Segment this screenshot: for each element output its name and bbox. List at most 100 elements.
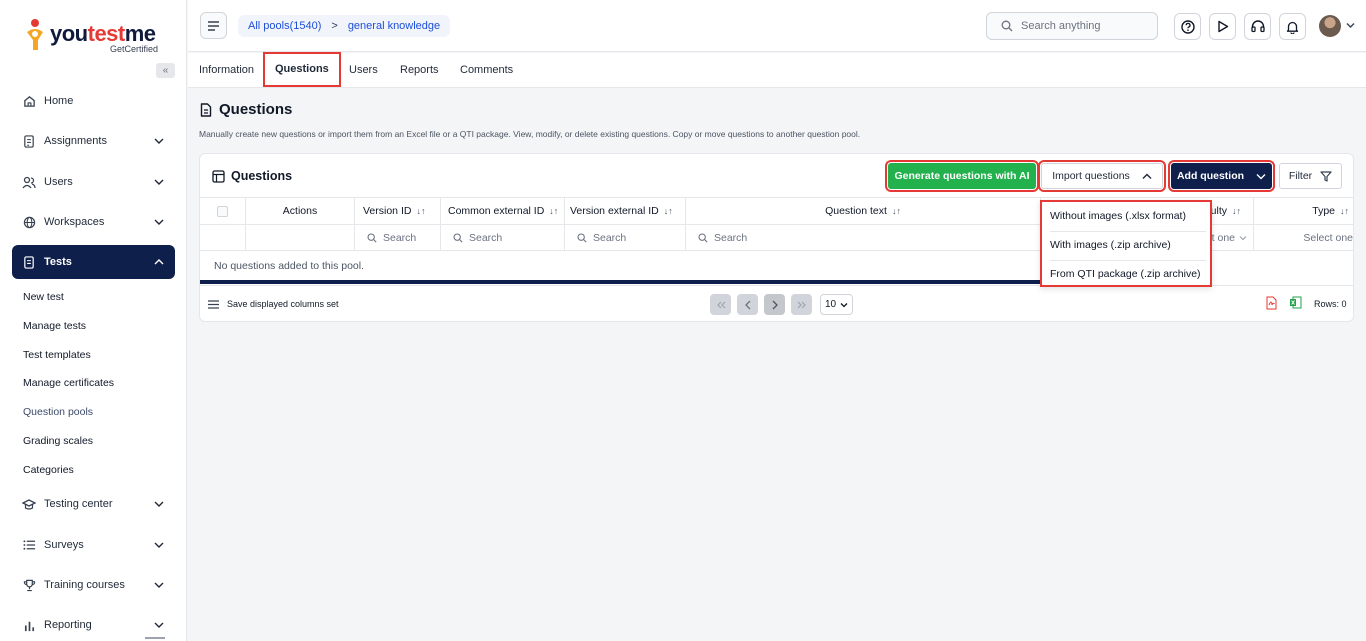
filter-cell-actions [246, 225, 355, 250]
version-external-id-search-input[interactable]: Search [565, 225, 686, 250]
export-pdf-button[interactable] [1266, 296, 1277, 312]
tab-users[interactable]: Users [349, 53, 378, 88]
sidebar-subitem-categories[interactable]: Categories [23, 464, 74, 476]
tab-information[interactable]: Information [199, 53, 254, 88]
logo-mark-icon [27, 19, 43, 50]
chart-icon [22, 618, 36, 632]
import-questions-menu: Without images (.xlsx format) With image… [1040, 200, 1212, 287]
column-common-external-id[interactable]: Common external ID ↓↑ [441, 198, 565, 225]
type-select[interactable]: Select one [1254, 225, 1353, 250]
test-icon [22, 255, 36, 269]
chevron-right-icon [772, 300, 778, 309]
sort-icon[interactable]: ↓↑ [549, 206, 558, 216]
double-chevron-left-icon [716, 301, 725, 308]
sidebar-scroll-indicator[interactable] [145, 637, 165, 639]
sort-icon[interactable]: ↓↑ [416, 206, 425, 216]
sidebar-item-training-courses[interactable]: Training courses [12, 568, 175, 602]
filter-icon [1320, 170, 1332, 182]
common-external-id-search-input[interactable]: Search [441, 225, 565, 250]
sidebar-subitem-test-templates[interactable]: Test templates [23, 349, 91, 361]
sidebar-item-label: Surveys [44, 539, 84, 551]
page-title: Questions [200, 101, 292, 118]
export-excel-button[interactable] [1289, 296, 1302, 311]
play-button[interactable] [1209, 13, 1236, 40]
chevron-down-icon[interactable] [1346, 22, 1355, 29]
import-questions-button[interactable]: Import questions [1038, 160, 1166, 192]
sidebar-subitem-new-test[interactable]: New test [23, 291, 64, 303]
previous-page-button[interactable] [737, 294, 758, 315]
breadcrumb-separator: > [331, 20, 338, 32]
import-qti-package-item[interactable]: From QTI package (.zip archive) [1050, 260, 1206, 289]
user-avatar[interactable] [1319, 15, 1341, 37]
import-without-images-item[interactable]: Without images (.xlsx format) [1050, 202, 1206, 231]
sidebar-item-label: Workspaces [44, 216, 105, 228]
tab-comments[interactable]: Comments [460, 53, 513, 88]
tab-questions[interactable]: Questions [263, 52, 341, 87]
sidebar-item-tests[interactable]: Tests [12, 245, 175, 279]
collapse-sidebar-button[interactable]: « [156, 63, 175, 78]
logo[interactable]: youtestme GetCertified [24, 16, 174, 58]
sidebar-item-label: Users [44, 176, 73, 188]
sidebar-item-label: Assignments [44, 135, 107, 147]
sort-icon[interactable]: ↓↑ [664, 206, 673, 216]
chevron-left-icon [744, 300, 750, 309]
sidebar-item-label: Testing center [44, 498, 113, 510]
support-button[interactable] [1244, 13, 1271, 40]
sidebar-subitem-grading-scales[interactable]: Grading scales [23, 435, 93, 447]
search-icon [453, 232, 463, 243]
excel-icon [1290, 296, 1302, 309]
chevron-down-icon [1256, 173, 1266, 179]
global-search-input[interactable]: Search anything [986, 12, 1158, 40]
sidebar-subitem-manage-certificates[interactable]: Manage certificates [23, 377, 114, 389]
breadcrumb-current-pool[interactable]: general knowledge [348, 20, 440, 32]
column-question-text[interactable]: Question text ↓↑ [686, 198, 1041, 225]
sidebar-item-assignments[interactable]: Assignments [12, 124, 175, 158]
add-question-button[interactable]: Add question [1168, 160, 1275, 192]
save-columns-button[interactable]: Save displayed columns set [208, 299, 339, 309]
table-footer: Save displayed columns set 10 Rows: 0 [200, 285, 1353, 322]
page-size-select[interactable]: 10 [820, 294, 853, 315]
notifications-button[interactable] [1279, 13, 1306, 40]
import-with-images-item[interactable]: With images (.zip archive) [1050, 231, 1206, 260]
chevron-down-icon [154, 582, 164, 588]
chevron-down-icon [154, 501, 164, 507]
sidebar-subitem-manage-tests[interactable]: Manage tests [23, 320, 86, 332]
sidebar-item-label: Home [44, 95, 74, 107]
column-version-id[interactable]: Version ID ↓↑ [355, 198, 441, 225]
chevron-down-icon [154, 622, 164, 628]
select-all-checkbox[interactable] [217, 206, 228, 217]
column-type[interactable]: Type ↓↑ [1254, 198, 1353, 225]
sort-icon[interactable]: ↓↑ [1340, 206, 1349, 216]
filter-button[interactable]: Filter [1279, 163, 1342, 189]
last-page-button[interactable] [791, 294, 812, 315]
sidebar-subitem-question-pools[interactable]: Question pools [23, 406, 93, 418]
search-icon [1001, 20, 1013, 32]
column-version-external-id[interactable]: Version external ID ↓↑ [565, 198, 686, 225]
tab-reports[interactable]: Reports [400, 53, 439, 88]
chevron-down-icon [154, 179, 164, 185]
horizontal-scrollbar[interactable] [200, 280, 1040, 284]
headset-icon [1250, 20, 1265, 33]
generate-ai-button[interactable]: Generate questions with AI [885, 160, 1039, 192]
breadcrumb-all-pools[interactable]: All pools(1540) [248, 20, 321, 32]
next-page-button[interactable] [764, 294, 785, 315]
sidebar-item-testing-center[interactable]: Testing center [12, 487, 175, 521]
help-button[interactable] [1174, 13, 1201, 40]
breadcrumb: All pools(1540) > general knowledge [238, 15, 451, 37]
sidebar-item-home[interactable]: Home [12, 84, 175, 118]
chevron-down-icon [154, 219, 164, 225]
version-id-search-input[interactable]: Search [355, 225, 441, 250]
first-page-button[interactable] [710, 294, 731, 315]
sidebar-item-workspaces[interactable]: Workspaces [12, 205, 175, 239]
hamburger-icon [208, 20, 219, 31]
sidebar-item-label: Training courses [44, 579, 125, 591]
sort-icon[interactable]: ↓↑ [1232, 206, 1241, 216]
sidebar-item-label: Tests [44, 256, 72, 268]
sort-icon[interactable]: ↓↑ [892, 206, 901, 216]
sidebar-item-surveys[interactable]: Surveys [12, 528, 175, 562]
question-text-search-input[interactable]: Search [686, 225, 1041, 250]
menu-toggle-button[interactable] [200, 12, 227, 39]
column-actions: Actions [246, 198, 355, 225]
sidebar-item-users[interactable]: Users [12, 165, 175, 199]
filter-cell-empty [200, 225, 246, 250]
